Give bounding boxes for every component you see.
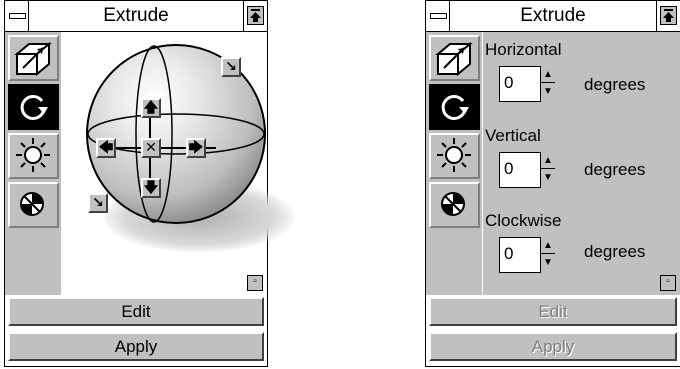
rotation-icon — [441, 94, 469, 120]
clockwise-value[interactable]: 0 — [504, 244, 513, 264]
extrude-panel-right: Extrude Horizontal 0 ▲ ▼ degrees Vertica… — [425, 0, 680, 367]
spin-down-icon[interactable]: ▼ — [541, 254, 555, 271]
vertical-value[interactable]: 0 — [504, 159, 513, 179]
vertical-spinner[interactable]: 0 ▲ ▼ — [499, 152, 555, 188]
tool-color[interactable] — [8, 182, 59, 228]
rotate-right-button[interactable]: 🡆 — [186, 138, 206, 158]
rotate-left-button[interactable]: 🡄 — [96, 138, 116, 158]
tool-lighting[interactable] — [429, 133, 480, 179]
color-wheel-icon — [441, 192, 465, 216]
spin-down-icon[interactable]: ▼ — [541, 83, 555, 100]
title-bar: Extrude — [426, 1, 680, 32]
tool-rotation[interactable] — [8, 84, 59, 130]
extrude-panel-left: Extrude 🡅 🡇 🡄 🡆 ✕ ↘ ↘ ▫ Edit Apply — [4, 0, 294, 367]
spin-up-icon[interactable]: ▲ — [541, 66, 555, 83]
system-menu-button[interactable] — [426, 1, 450, 31]
reset-rotation-button[interactable]: ✕ — [141, 138, 161, 158]
tool-column — [426, 32, 482, 295]
spin-down-icon[interactable]: ▼ — [541, 169, 555, 186]
rotate-diagonal-sw-button[interactable]: ↘ — [88, 193, 108, 213]
clockwise-label: Clockwise — [485, 211, 562, 230]
minus-icon — [430, 13, 447, 19]
clockwise-unit: degrees — [584, 242, 646, 261]
color-wheel-icon — [20, 192, 44, 216]
tool-column — [5, 32, 61, 295]
clockwise-spinner[interactable]: 0 ▲ ▼ — [499, 237, 555, 273]
extrude-depth-icon — [435, 41, 473, 76]
extrude-depth-icon — [14, 41, 52, 76]
rotate-down-button[interactable]: 🡇 — [141, 178, 161, 198]
horizontal-spinner[interactable]: 0 ▲ ▼ — [499, 66, 555, 102]
horizontal-value[interactable]: 0 — [504, 73, 513, 93]
edit-button[interactable]: Edit — [429, 297, 677, 326]
spin-up-icon[interactable]: ▲ — [541, 237, 555, 254]
spin-up-icon[interactable]: ▲ — [541, 152, 555, 169]
vertical-unit: degrees — [584, 160, 646, 179]
up-arrow-icon — [247, 6, 264, 25]
rotate-up-button[interactable]: 🡅 — [141, 98, 161, 118]
maximize-button[interactable] — [656, 1, 680, 31]
page-toggle-icon[interactable]: ▫ — [660, 275, 676, 291]
rotation-viewer[interactable]: 🡅 🡇 🡄 🡆 ✕ ↘ ↘ ▫ — [62, 32, 294, 295]
rotation-icon — [20, 94, 48, 120]
apply-button[interactable]: Apply — [429, 332, 677, 361]
rotation-form: Horizontal 0 ▲ ▼ degrees Vertical 0 ▲ ▼ de… — [483, 32, 680, 295]
lighting-icon — [16, 138, 50, 172]
tool-lighting[interactable] — [8, 133, 59, 179]
vertical-label: Vertical — [485, 126, 541, 145]
tool-color[interactable] — [429, 182, 480, 228]
page-toggle-icon[interactable]: ▫ — [247, 275, 263, 291]
window-title: Extrude — [103, 5, 169, 26]
rotate-diagonal-ne-button[interactable]: ↘ — [221, 57, 241, 77]
system-menu-button[interactable] — [5, 1, 29, 31]
horizontal-label: Horizontal — [485, 40, 562, 59]
tool-extrude-depth[interactable] — [429, 35, 480, 81]
apply-button[interactable]: Apply — [8, 332, 264, 361]
up-arrow-icon — [660, 6, 677, 25]
tool-rotation[interactable] — [429, 84, 480, 130]
lighting-icon — [437, 138, 471, 172]
maximize-button[interactable] — [243, 1, 267, 31]
title-bar: Extrude — [5, 1, 267, 32]
tool-extrude-depth[interactable] — [8, 35, 59, 81]
minus-icon — [9, 13, 26, 19]
edit-button[interactable]: Edit — [8, 297, 264, 326]
window-title: Extrude — [520, 5, 586, 26]
horizontal-unit: degrees — [584, 75, 646, 94]
